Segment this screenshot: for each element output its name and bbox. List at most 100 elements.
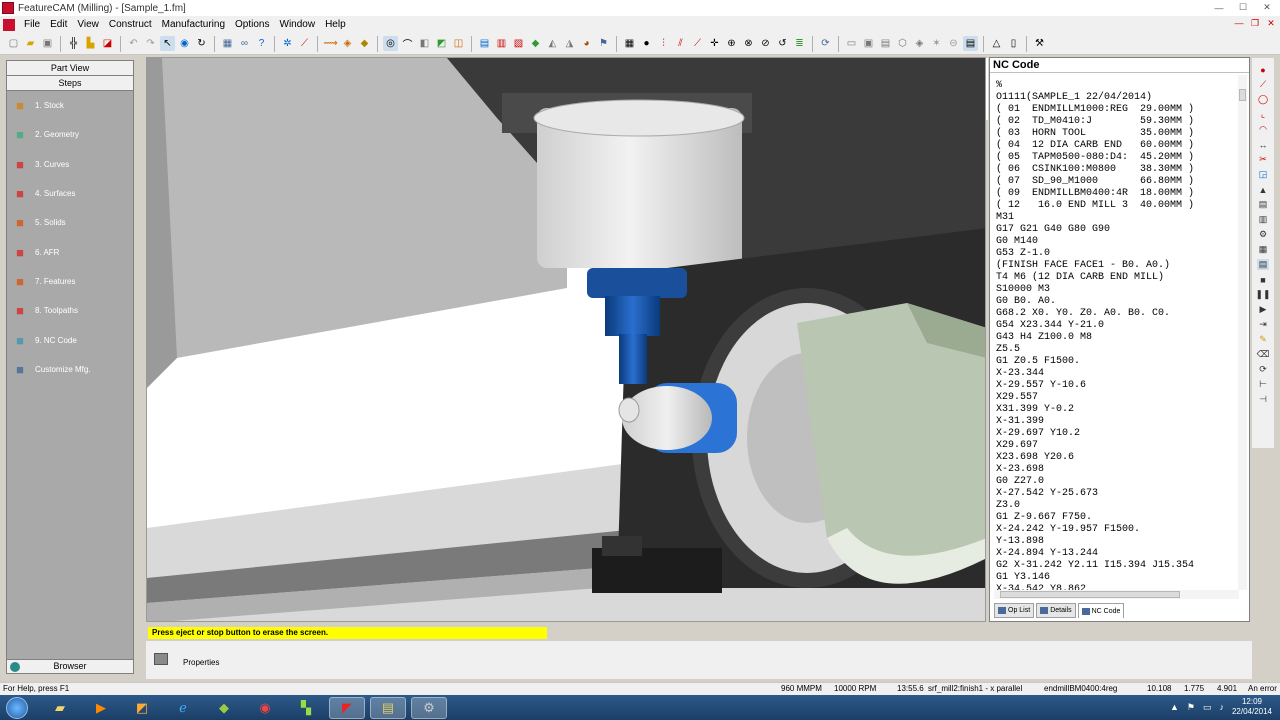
show-icon[interactable]: ⊖ [946, 36, 961, 51]
view-wire-icon[interactable]: ◮ [562, 36, 577, 51]
outlook-taskbar-icon[interactable]: ◩ [124, 697, 160, 719]
minimize-button[interactable]: — [1208, 1, 1230, 14]
sim-nc-icon[interactable]: ▤ [1257, 259, 1269, 270]
menu-view[interactable]: View [72, 19, 104, 30]
step-tool-icon[interactable]: ⫽ [673, 36, 688, 51]
dimension-icon[interactable]: ↔ [1257, 139, 1269, 150]
chrome-taskbar-icon[interactable]: ◉ [247, 697, 283, 719]
step-item[interactable]: ■ Customize Mfg. [7, 355, 133, 384]
explorer-taskbar-icon[interactable]: ▰ [42, 697, 78, 719]
window-icon[interactable]: ▭ [844, 36, 859, 51]
document-taskbar-icon[interactable]: ▤ [370, 696, 406, 719]
point-draw-icon[interactable]: ● [1257, 64, 1269, 75]
nc-toggle-icon[interactable]: ▤ [963, 36, 978, 51]
hammer-icon[interactable]: ⚒ [1032, 36, 1047, 51]
record-icon[interactable]: ● [639, 36, 654, 51]
document-tool-icon[interactable]: ▯ [1006, 36, 1021, 51]
view-top-icon[interactable]: ▥ [494, 36, 509, 51]
view-shaded-icon[interactable]: ◭ [545, 36, 560, 51]
app-taskbar-icon[interactable]: ▚ [288, 697, 324, 719]
menu-edit[interactable]: Edit [45, 19, 72, 30]
crosshair-icon[interactable]: ✛ [707, 36, 722, 51]
browser-button[interactable]: Browser [7, 659, 133, 673]
sim-measure-icon[interactable]: ⊢ [1257, 379, 1269, 390]
refresh-icon[interactable]: ⟳ [818, 36, 833, 51]
step-item[interactable]: ■ 9. NC Code [7, 325, 133, 354]
menu-file[interactable]: File [19, 19, 45, 30]
calculator-icon[interactable]: ▦ [220, 36, 235, 51]
view-iso-icon[interactable]: ◆ [528, 36, 543, 51]
open-folder-icon[interactable]: ▰ [23, 36, 38, 51]
part-view-tab[interactable]: Part View [7, 61, 133, 76]
step-item[interactable]: ■ 6. AFR [7, 237, 133, 266]
nc-code-text[interactable]: % O1111(SAMPLE_1 22/04/2014)( 01 ENDMILLM… [996, 80, 1236, 590]
menu-window[interactable]: Window [275, 19, 321, 30]
results-tab[interactable]: Op List [994, 603, 1035, 618]
undo-icon[interactable]: ↶ [126, 36, 141, 51]
cascade-icon[interactable]: ▤ [878, 36, 893, 51]
step-item[interactable]: ■ 8. Toolpaths [7, 296, 133, 325]
color-app-taskbar-icon[interactable]: ◆ [206, 697, 242, 719]
sketch-line-icon[interactable]: ⟋ [690, 36, 705, 51]
menu-options[interactable]: Options [230, 19, 274, 30]
step-item[interactable]: ■ 3. Curves [7, 150, 133, 179]
target-icon[interactable]: ⊕ [724, 36, 739, 51]
point-icon[interactable]: ✲ [280, 36, 295, 51]
loop-icon[interactable]: ↺ [775, 36, 790, 51]
step-list-icon[interactable]: ▤ [1257, 199, 1269, 210]
step-item[interactable]: ■ 5. Solids [7, 208, 133, 237]
nc-vertical-scrollbar[interactable] [1238, 75, 1247, 590]
eraser-icon[interactable]: ◪ [100, 36, 115, 51]
internet-explorer-taskbar-icon[interactable]: ℯ [165, 697, 201, 719]
sim-eraser-icon[interactable]: ⌫ [1257, 349, 1270, 360]
new-file-icon[interactable]: ▢ [6, 36, 21, 51]
sim-tool-icon[interactable]: ⚙ [1257, 229, 1269, 240]
tray-flag-icon[interactable]: ⚑ [1187, 702, 1195, 713]
tile-icon[interactable]: ▣ [861, 36, 876, 51]
doc-close-button[interactable]: ✕ [1266, 18, 1276, 29]
document-icon[interactable] [3, 18, 15, 31]
toolpath-icon[interactable]: ⟿ [323, 36, 338, 51]
simulation-icon[interactable]: ◎ [383, 36, 398, 51]
feature-icon[interactable]: ◈ [340, 36, 355, 51]
doc-minimize-button[interactable]: — [1234, 18, 1244, 29]
list-icon[interactable]: ≣ [792, 36, 807, 51]
wizard-icon[interactable]: ◉ [177, 36, 192, 51]
sim-step-forward-icon[interactable]: ⇥ [1257, 319, 1269, 330]
step-item[interactable]: ■ 4. Surfaces [7, 179, 133, 208]
nc-vscroll-thumb[interactable] [1239, 89, 1246, 101]
snap-grid-icon[interactable]: ╬ [66, 36, 81, 51]
start-button[interactable] [6, 696, 28, 719]
rotate-icon[interactable]: ↻ [194, 36, 209, 51]
save-icon[interactable]: ▣ [40, 36, 55, 51]
close-button[interactable]: ✕ [1256, 1, 1278, 14]
step-item[interactable]: ■ 7. Features [7, 267, 133, 296]
sim-pencil-icon[interactable]: ✎ [1257, 334, 1269, 345]
sim-pause-icon[interactable]: ❚❚ [1255, 289, 1270, 300]
stock-toolbar-icon[interactable]: ▙ [83, 36, 98, 51]
help-icon[interactable]: ? [254, 36, 269, 51]
measure-icon[interactable]: ◫ [451, 36, 466, 51]
solid-view-icon[interactable]: ◈ [912, 36, 927, 51]
hole-icon[interactable]: ◆ [357, 36, 372, 51]
featurecam-taskbar-icon[interactable]: ◤ [329, 696, 365, 719]
tool-taskbar-icon[interactable]: ⚙ [411, 696, 447, 719]
menu-manufacturing[interactable]: Manufacturing [157, 19, 230, 30]
spline-icon[interactable]: ◲ [1257, 169, 1269, 180]
sim-step-icon[interactable]: ▥ [1257, 214, 1269, 225]
sim-stop-icon[interactable]: ■ [1257, 274, 1269, 285]
clock[interactable]: 12:09 22/04/2014 [1232, 697, 1272, 717]
circle-draw-icon[interactable]: ◯ [1257, 94, 1269, 105]
maximize-button[interactable]: ☐ [1232, 1, 1254, 14]
simulation-viewport[interactable] [146, 57, 986, 622]
cube-icon[interactable]: ⬡ [895, 36, 910, 51]
corner-draw-icon[interactable]: ⌞ [1257, 109, 1269, 120]
redo-icon[interactable]: ↷ [143, 36, 158, 51]
binoculars-icon[interactable]: ∞ [237, 36, 252, 51]
select-arrow-icon[interactable]: ↖ [160, 36, 175, 51]
grid-toggle-icon[interactable]: ▦ [622, 36, 637, 51]
view-front-icon[interactable]: ▤ [477, 36, 492, 51]
menu-help[interactable]: Help [320, 19, 351, 30]
arc-draw-icon[interactable]: ◠ [1257, 124, 1269, 135]
step-item[interactable]: ■ 1. Stock [7, 91, 133, 120]
